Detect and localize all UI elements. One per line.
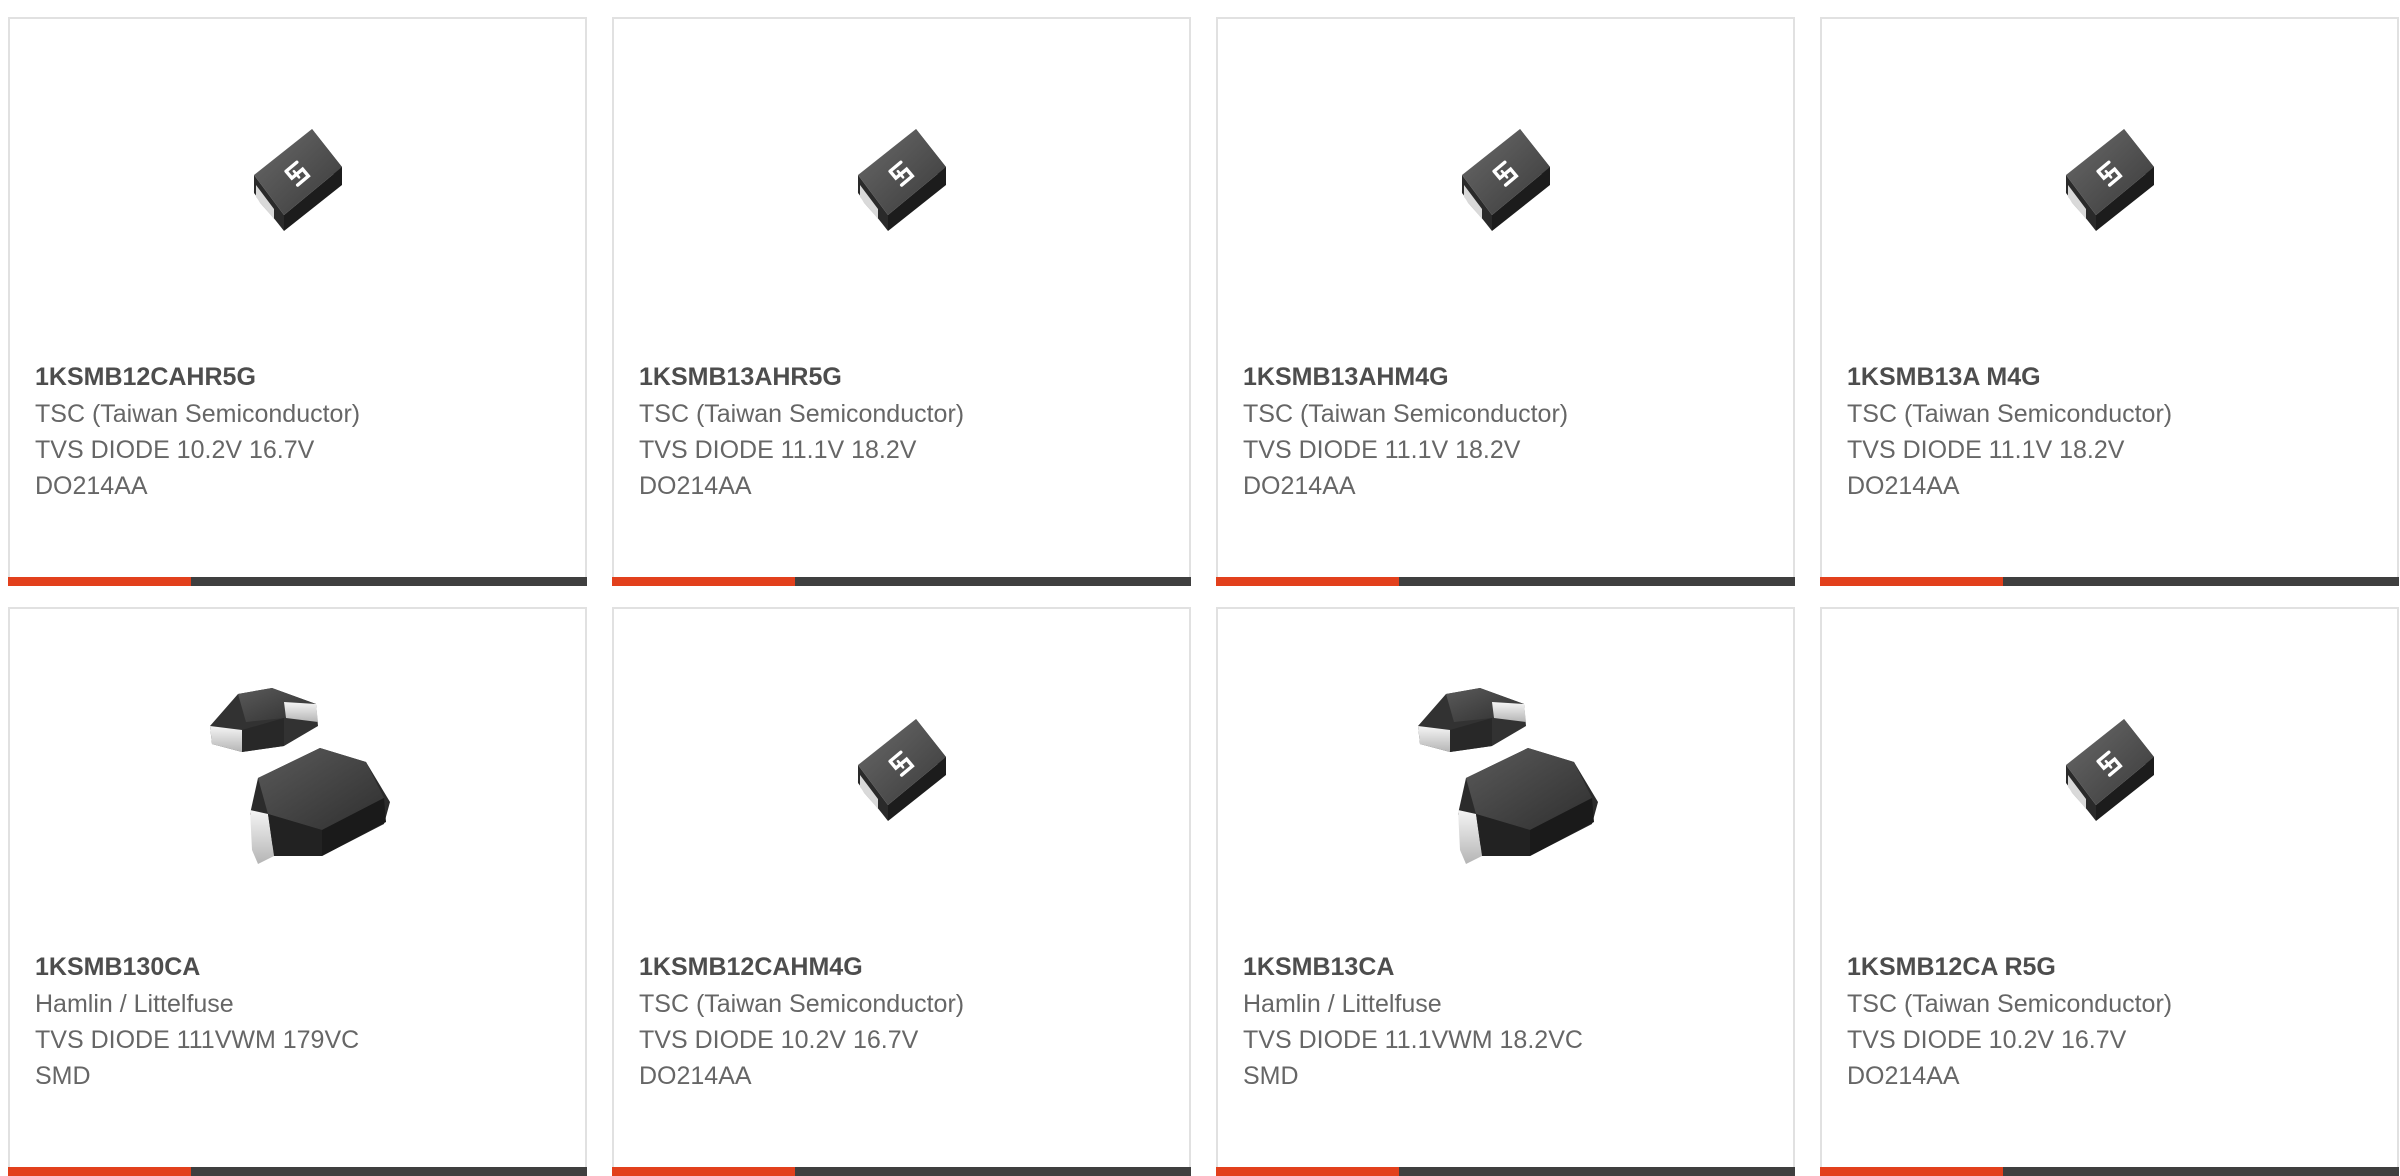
product-description: TVS DIODE 11.1V 18.2V bbox=[1243, 436, 1521, 464]
smb-diode-tsc-icon bbox=[2063, 719, 2154, 821]
smb-diode-tsc-icon bbox=[855, 719, 946, 821]
manufacturer-name: TSC (Taiwan Semiconductor) bbox=[35, 400, 361, 428]
product-image[interactable] bbox=[614, 609, 1189, 939]
part-number[interactable]: 1KSMB13AHM4G bbox=[1243, 359, 1773, 395]
manufacturer-name: TSC (Taiwan Semiconductor) bbox=[1243, 400, 1569, 428]
manufacturer-name: Hamlin / Littelfuse bbox=[1243, 990, 1442, 1018]
card-footer-bar bbox=[1820, 1167, 2399, 1176]
product-description: TVS DIODE 10.2V 16.7V bbox=[639, 1026, 919, 1054]
product-image[interactable] bbox=[614, 19, 1189, 349]
product-description: TVS DIODE 10.2V 16.7V bbox=[1847, 1026, 2127, 1054]
card-footer-accent bbox=[8, 577, 191, 586]
product-info: 1KSMB13A M4G TSC (Taiwan Semiconductor) … bbox=[1847, 359, 2377, 504]
part-number[interactable]: 1KSMB12CAHR5G bbox=[35, 359, 565, 395]
product-image[interactable] bbox=[10, 609, 585, 939]
manufacturer-name: Hamlin / Littelfuse bbox=[35, 990, 234, 1018]
product-info: 1KSMB12CA R5G TSC (Taiwan Semiconductor)… bbox=[1847, 949, 2377, 1094]
product-info: 1KSMB12CAHR5G TSC (Taiwan Semiconductor)… bbox=[35, 359, 565, 504]
package-type: DO214AA bbox=[639, 472, 752, 500]
smb-diode-tsc-icon bbox=[855, 129, 946, 231]
product-image[interactable] bbox=[1822, 609, 2397, 939]
card-footer-accent bbox=[1216, 577, 1399, 586]
card-footer-accent bbox=[1820, 1167, 2003, 1176]
product-info: 1KSMB130CA Hamlin / Littelfuse TVS DIODE… bbox=[35, 949, 565, 1094]
product-card-2[interactable]: 1KSMB13AHR5G TSC (Taiwan Semiconductor) … bbox=[612, 17, 1191, 586]
card-footer-bar bbox=[8, 1167, 587, 1176]
package-type: SMD bbox=[1243, 1062, 1299, 1090]
product-card-8[interactable]: 1KSMB12CA R5G TSC (Taiwan Semiconductor)… bbox=[1820, 607, 2399, 1176]
part-number[interactable]: 1KSMB12CAHM4G bbox=[639, 949, 1169, 985]
package-type: DO214AA bbox=[1847, 1062, 1960, 1090]
card-footer-bar bbox=[1216, 577, 1795, 586]
smb-diode-pair-icon bbox=[1417, 688, 1598, 864]
product-description: TVS DIODE 11.1V 18.2V bbox=[1847, 436, 2125, 464]
card-footer-bar bbox=[612, 577, 1191, 586]
product-info: 1KSMB13AHM4G TSC (Taiwan Semiconductor) … bbox=[1243, 359, 1773, 504]
package-type: DO214AA bbox=[35, 472, 148, 500]
package-type: DO214AA bbox=[639, 1062, 752, 1090]
card-footer-bar bbox=[1216, 1167, 1795, 1176]
part-number[interactable]: 1KSMB13AHR5G bbox=[639, 359, 1169, 395]
product-image[interactable] bbox=[10, 19, 585, 349]
product-grid: 1KSMB12CAHR5G TSC (Taiwan Semiconductor)… bbox=[8, 17, 2400, 1176]
part-number[interactable]: 1KSMB13A M4G bbox=[1847, 359, 2377, 395]
manufacturer-name: TSC (Taiwan Semiconductor) bbox=[1847, 990, 2173, 1018]
card-footer-accent bbox=[1820, 577, 2003, 586]
product-card-6[interactable]: 1KSMB12CAHM4G TSC (Taiwan Semiconductor)… bbox=[612, 607, 1191, 1176]
product-card-7[interactable]: 1KSMB13CA Hamlin / Littelfuse TVS DIODE … bbox=[1216, 607, 1795, 1176]
manufacturer-name: TSC (Taiwan Semiconductor) bbox=[639, 990, 965, 1018]
package-type: DO214AA bbox=[1243, 472, 1356, 500]
product-card-3[interactable]: 1KSMB13AHM4G TSC (Taiwan Semiconductor) … bbox=[1216, 17, 1795, 586]
package-type: DO214AA bbox=[1847, 472, 1960, 500]
manufacturer-name: TSC (Taiwan Semiconductor) bbox=[639, 400, 965, 428]
product-card-4[interactable]: 1KSMB13A M4G TSC (Taiwan Semiconductor) … bbox=[1820, 17, 2399, 586]
product-description: TVS DIODE 11.1V 18.2V bbox=[639, 436, 917, 464]
part-number[interactable]: 1KSMB130CA bbox=[35, 949, 565, 985]
product-info: 1KSMB13AHR5G TSC (Taiwan Semiconductor) … bbox=[639, 359, 1169, 504]
card-footer-accent bbox=[612, 1167, 795, 1176]
card-footer-accent bbox=[612, 577, 795, 586]
product-image[interactable] bbox=[1822, 19, 2397, 349]
card-footer-bar bbox=[612, 1167, 1191, 1176]
product-image[interactable] bbox=[1218, 609, 1793, 939]
product-info: 1KSMB13CA Hamlin / Littelfuse TVS DIODE … bbox=[1243, 949, 1773, 1094]
product-description: TVS DIODE 111VWM 179VC bbox=[35, 1026, 360, 1054]
product-card-5[interactable]: 1KSMB130CA Hamlin / Littelfuse TVS DIODE… bbox=[8, 607, 587, 1176]
manufacturer-name: TSC (Taiwan Semiconductor) bbox=[1847, 400, 2173, 428]
smb-diode-pair-icon bbox=[209, 688, 390, 864]
card-footer-bar bbox=[1820, 577, 2399, 586]
card-footer-bar bbox=[8, 577, 587, 586]
smb-diode-tsc-icon bbox=[2063, 129, 2154, 231]
product-image[interactable] bbox=[1218, 19, 1793, 349]
product-description: TVS DIODE 11.1VWM 18.2VC bbox=[1243, 1026, 1583, 1054]
smb-diode-tsc-icon bbox=[1459, 129, 1550, 231]
product-card-1[interactable]: 1KSMB12CAHR5G TSC (Taiwan Semiconductor)… bbox=[8, 17, 587, 586]
product-info: 1KSMB12CAHM4G TSC (Taiwan Semiconductor)… bbox=[639, 949, 1169, 1094]
package-type: SMD bbox=[35, 1062, 91, 1090]
product-description: TVS DIODE 10.2V 16.7V bbox=[35, 436, 315, 464]
part-number[interactable]: 1KSMB13CA bbox=[1243, 949, 1773, 985]
card-footer-accent bbox=[8, 1167, 191, 1176]
card-footer-accent bbox=[1216, 1167, 1399, 1176]
smb-diode-tsc-icon bbox=[251, 129, 342, 231]
part-number[interactable]: 1KSMB12CA R5G bbox=[1847, 949, 2377, 985]
